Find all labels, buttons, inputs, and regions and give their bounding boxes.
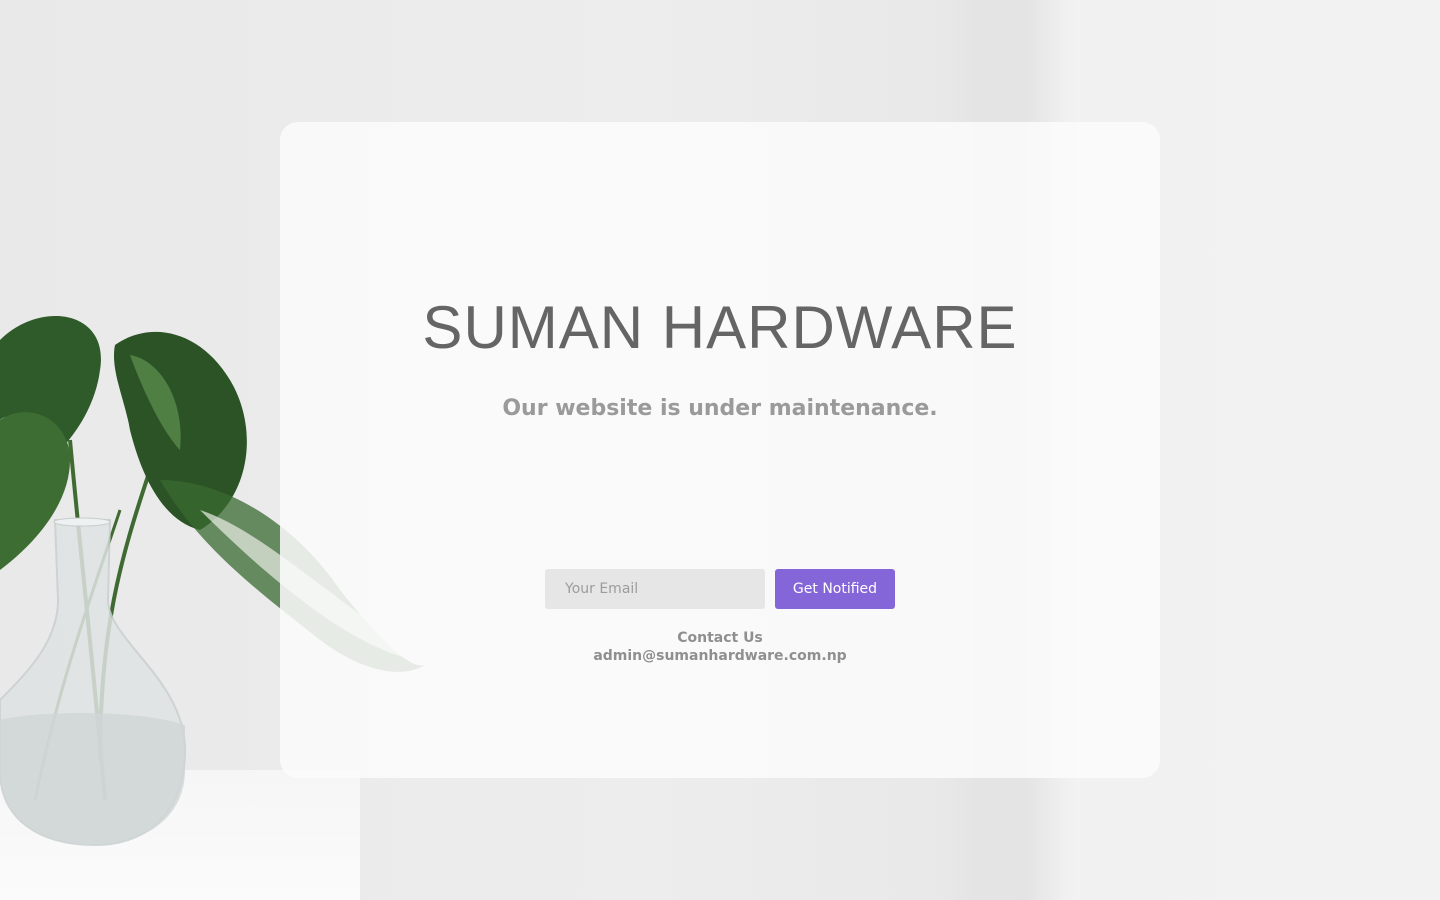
email-field[interactable]	[545, 569, 765, 609]
brand-title: SUMAN HARDWARE	[422, 294, 1018, 361]
get-notified-button[interactable]: Get Notified	[775, 569, 895, 609]
maintenance-card	[280, 122, 1160, 778]
maintenance-message: Our website is under maintenance.	[502, 396, 938, 421]
contact-email-link[interactable]: admin@sumanhardware.com.np	[0, 648, 1440, 664]
contact-label: Contact Us	[677, 630, 763, 646]
